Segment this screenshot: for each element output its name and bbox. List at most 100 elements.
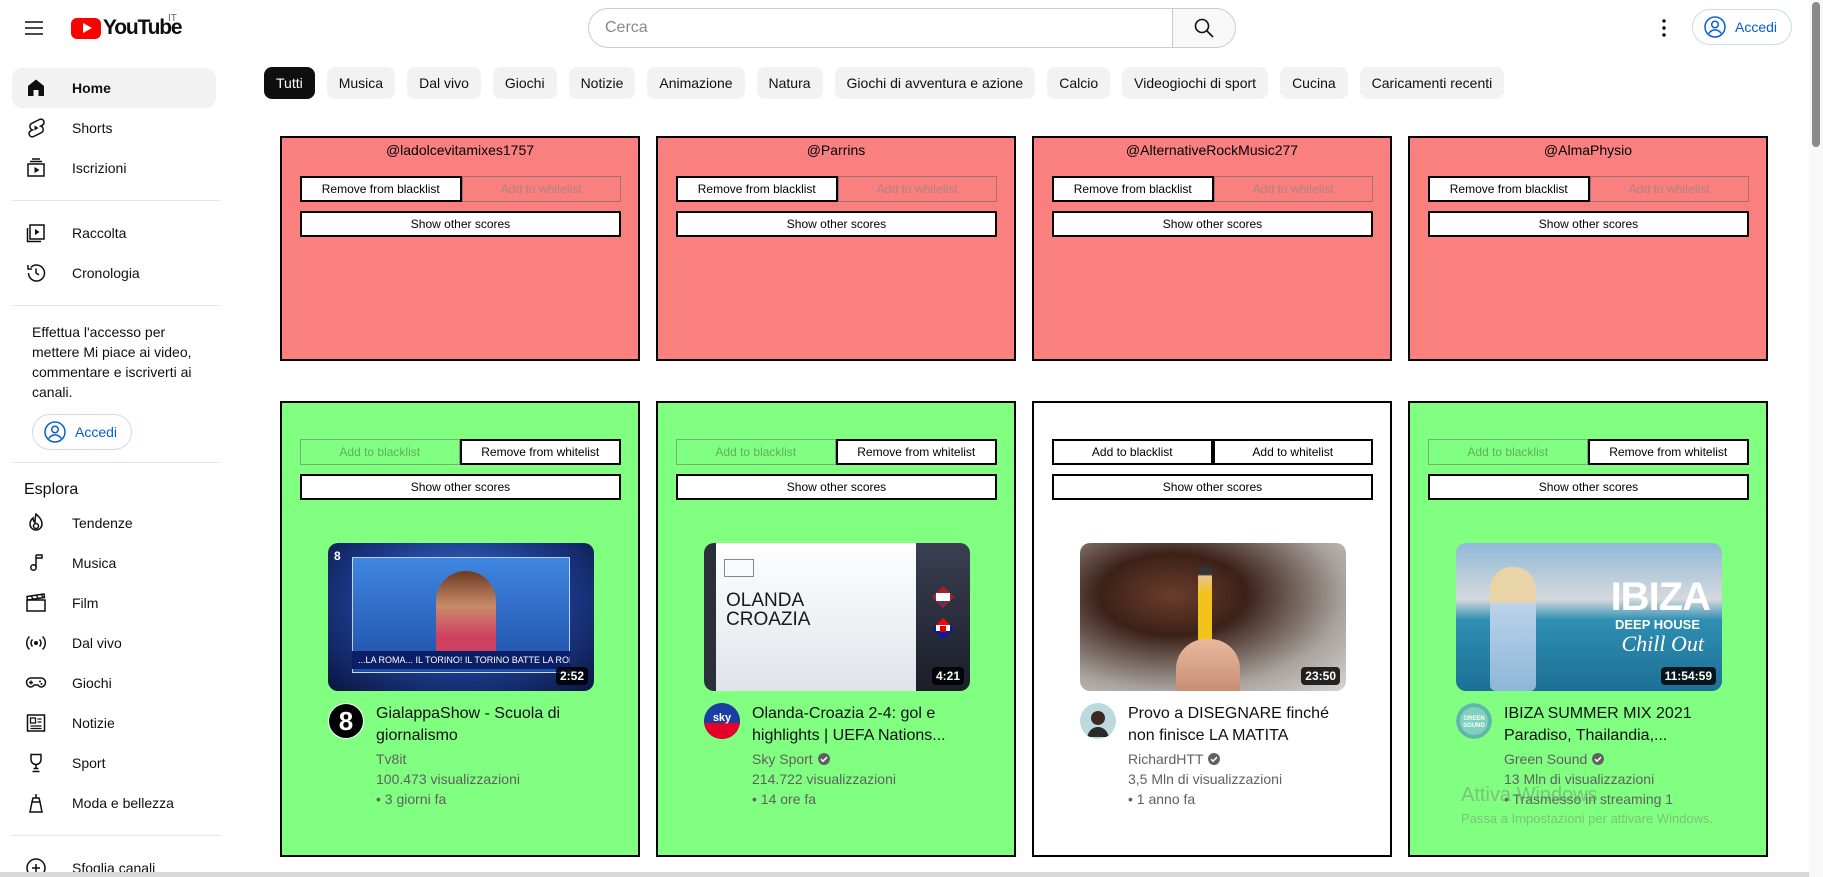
sidebar-item-trending[interactable]: Tendenze bbox=[12, 503, 216, 543]
add-to-blacklist-button[interactable]: Add to blacklist bbox=[1428, 439, 1588, 465]
show-other-scores-button[interactable]: Show other scores bbox=[1428, 211, 1749, 237]
top-bar: YouTube IT Accedi bbox=[0, 0, 1823, 56]
search-input[interactable] bbox=[588, 8, 1172, 48]
subscriptions-icon bbox=[24, 156, 48, 180]
horizontal-scrollbar[interactable] bbox=[0, 872, 1809, 877]
chip-games[interactable]: Giochi bbox=[492, 67, 557, 99]
show-other-scores-button[interactable]: Show other scores bbox=[676, 211, 997, 237]
sidebar-item-label: Moda e bellezza bbox=[72, 795, 174, 811]
video-channel[interactable]: RichardHTT bbox=[1128, 751, 1221, 767]
more-options-icon[interactable] bbox=[1652, 16, 1676, 40]
search-button[interactable] bbox=[1172, 8, 1236, 48]
sidebar-item-live[interactable]: Dal vivo bbox=[12, 623, 216, 663]
chip-football[interactable]: Calcio bbox=[1047, 67, 1111, 99]
video-thumbnail[interactable]: OLANDA CROAZIA 4:21 bbox=[704, 543, 970, 691]
channel-name: Tv8it bbox=[376, 751, 407, 767]
remove-from-whitelist-button[interactable]: Remove from whitelist bbox=[459, 439, 621, 465]
chip-news[interactable]: Notizie bbox=[568, 67, 636, 99]
music-icon bbox=[24, 551, 48, 575]
video-age: • 14 ore fa bbox=[752, 791, 817, 807]
hand-graphic bbox=[1176, 639, 1240, 691]
thumbnail-subtitle: DEEP HOUSE bbox=[1614, 617, 1700, 632]
add-to-blacklist-button[interactable]: Add to blacklist bbox=[1052, 439, 1213, 465]
menu-icon[interactable] bbox=[22, 16, 46, 40]
chip-action-adventure[interactable]: Giochi di avventura e azione bbox=[834, 67, 1036, 99]
sidebar-item-subscriptions[interactable]: Iscrizioni bbox=[12, 148, 216, 188]
remove-from-blacklist-button[interactable]: Remove from blacklist bbox=[1428, 176, 1590, 202]
video-thumbnail[interactable]: 23:50 bbox=[1080, 543, 1346, 691]
video-title[interactable]: IBIZA SUMMER MIX 2021 Paradiso, Thailand… bbox=[1504, 703, 1722, 747]
video-title[interactable]: Provo a DISEGNARE finché non finisce LA … bbox=[1128, 703, 1346, 747]
chip-animation[interactable]: Animazione bbox=[647, 67, 745, 99]
add-to-whitelist-button[interactable]: Add to whitelist bbox=[1213, 176, 1373, 202]
show-other-scores-button[interactable]: Show other scores bbox=[676, 474, 997, 500]
chip-recent-uploads[interactable]: Caricamenti recenti bbox=[1359, 67, 1505, 99]
sidebar-divider bbox=[12, 305, 220, 306]
sidebar-item-news[interactable]: Notizie bbox=[12, 703, 216, 743]
sidebar-item-shorts[interactable]: Shorts bbox=[12, 108, 216, 148]
sidebar-item-library[interactable]: Raccolta bbox=[12, 213, 216, 253]
add-to-whitelist-button[interactable]: Add to whitelist bbox=[837, 176, 997, 202]
chip-live[interactable]: Dal vivo bbox=[407, 67, 481, 99]
avatar-text: 8 bbox=[339, 706, 353, 736]
video-duration: 2:52 bbox=[555, 667, 588, 685]
add-to-whitelist-button[interactable]: Add to whitelist bbox=[1589, 176, 1749, 202]
sidebar-item-history[interactable]: Cronologia bbox=[12, 253, 216, 293]
chip-cooking[interactable]: Cucina bbox=[1280, 67, 1348, 99]
remove-from-whitelist-button[interactable]: Remove from whitelist bbox=[835, 439, 997, 465]
page-scrollbar[interactable] bbox=[1809, 0, 1823, 877]
blacklisted-card: @Parrins Remove from blacklist Add to wh… bbox=[656, 136, 1016, 361]
video-channel[interactable]: Tv8it bbox=[376, 751, 406, 767]
video-channel[interactable]: Sky Sport bbox=[752, 751, 831, 767]
video-views: 3,5 Mln di visualizzazioni bbox=[1128, 771, 1283, 787]
verified-icon bbox=[817, 753, 830, 765]
video-title[interactable]: Olanda-Croazia 2-4: gol e highlights | U… bbox=[752, 703, 970, 747]
chip-nature[interactable]: Natura bbox=[756, 67, 823, 99]
video-title[interactable]: GialappaShow - Scuola di giornalismo bbox=[376, 703, 594, 747]
sidebar-item-film[interactable]: Film bbox=[12, 583, 216, 623]
sidebar-item-sport[interactable]: Sport bbox=[12, 743, 216, 783]
sidebar-item-label: Tendenze bbox=[72, 515, 133, 531]
remove-from-whitelist-button[interactable]: Remove from whitelist bbox=[1587, 439, 1749, 465]
account-icon bbox=[44, 421, 66, 443]
channel-avatar[interactable] bbox=[1080, 703, 1116, 739]
channel-avatar[interactable]: GREEN SOUND bbox=[1456, 703, 1492, 739]
chip-all[interactable]: Tutti bbox=[264, 67, 315, 99]
signin-button[interactable]: Accedi bbox=[1692, 9, 1793, 45]
remove-from-blacklist-button[interactable]: Remove from blacklist bbox=[300, 176, 462, 202]
add-to-whitelist-button[interactable]: Add to whitelist bbox=[461, 176, 621, 202]
show-other-scores-button[interactable]: Show other scores bbox=[300, 211, 621, 237]
youtube-logo[interactable]: YouTube IT bbox=[71, 13, 183, 40]
sport-icon bbox=[24, 751, 48, 775]
add-to-whitelist-button[interactable]: Add to whitelist bbox=[1212, 439, 1373, 465]
sidebar-item-gaming[interactable]: Giochi bbox=[12, 663, 216, 703]
show-other-scores-button[interactable]: Show other scores bbox=[1052, 211, 1373, 237]
sidebar-item-home[interactable]: Home bbox=[12, 68, 216, 108]
live-icon bbox=[24, 631, 48, 655]
sidebar-signin-button[interactable]: Accedi bbox=[32, 414, 132, 450]
add-to-blacklist-button[interactable]: Add to blacklist bbox=[300, 439, 460, 465]
add-to-blacklist-button[interactable]: Add to blacklist bbox=[676, 439, 836, 465]
video-channel[interactable]: Green Sound bbox=[1504, 751, 1605, 767]
channel-handle: @ladolcevitamixes1757 bbox=[385, 142, 535, 158]
chip-music[interactable]: Musica bbox=[326, 67, 396, 99]
windows-activation-watermark: Attiva Windows Passa a Impostazioni per … bbox=[1461, 784, 1713, 826]
sidebar-item-music[interactable]: Musica bbox=[12, 543, 216, 583]
sidebar-item-label: Shorts bbox=[72, 120, 113, 136]
scrollbar-thumb[interactable] bbox=[1812, 2, 1820, 147]
avatar-text: SOUND bbox=[1463, 723, 1485, 729]
chip-sports-games[interactable]: Videogiochi di sport bbox=[1122, 67, 1269, 99]
sidebar-item-label: Notizie bbox=[72, 715, 115, 731]
video-item: 8 ...LA ROMA... IL TORINO! IL TORINO BAT… bbox=[328, 543, 594, 807]
channel-avatar[interactable]: 8 bbox=[328, 703, 364, 739]
channel-avatar[interactable]: sky bbox=[704, 703, 740, 739]
video-thumbnail[interactable]: IBIZA DEEP HOUSE Chill Out 11:54:59 bbox=[1456, 543, 1722, 691]
show-other-scores-button[interactable]: Show other scores bbox=[1052, 474, 1373, 500]
sidebar-item-fashion[interactable]: Moda e bellezza bbox=[12, 783, 216, 823]
video-item: OLANDA CROAZIA 4:21 sky Olanda-Croazia 2… bbox=[704, 543, 970, 807]
remove-from-blacklist-button[interactable]: Remove from blacklist bbox=[676, 176, 838, 202]
show-other-scores-button[interactable]: Show other scores bbox=[1428, 474, 1749, 500]
remove-from-blacklist-button[interactable]: Remove from blacklist bbox=[1052, 176, 1214, 202]
show-other-scores-button[interactable]: Show other scores bbox=[300, 474, 621, 500]
video-thumbnail[interactable]: 8 ...LA ROMA... IL TORINO! IL TORINO BAT… bbox=[328, 543, 594, 691]
